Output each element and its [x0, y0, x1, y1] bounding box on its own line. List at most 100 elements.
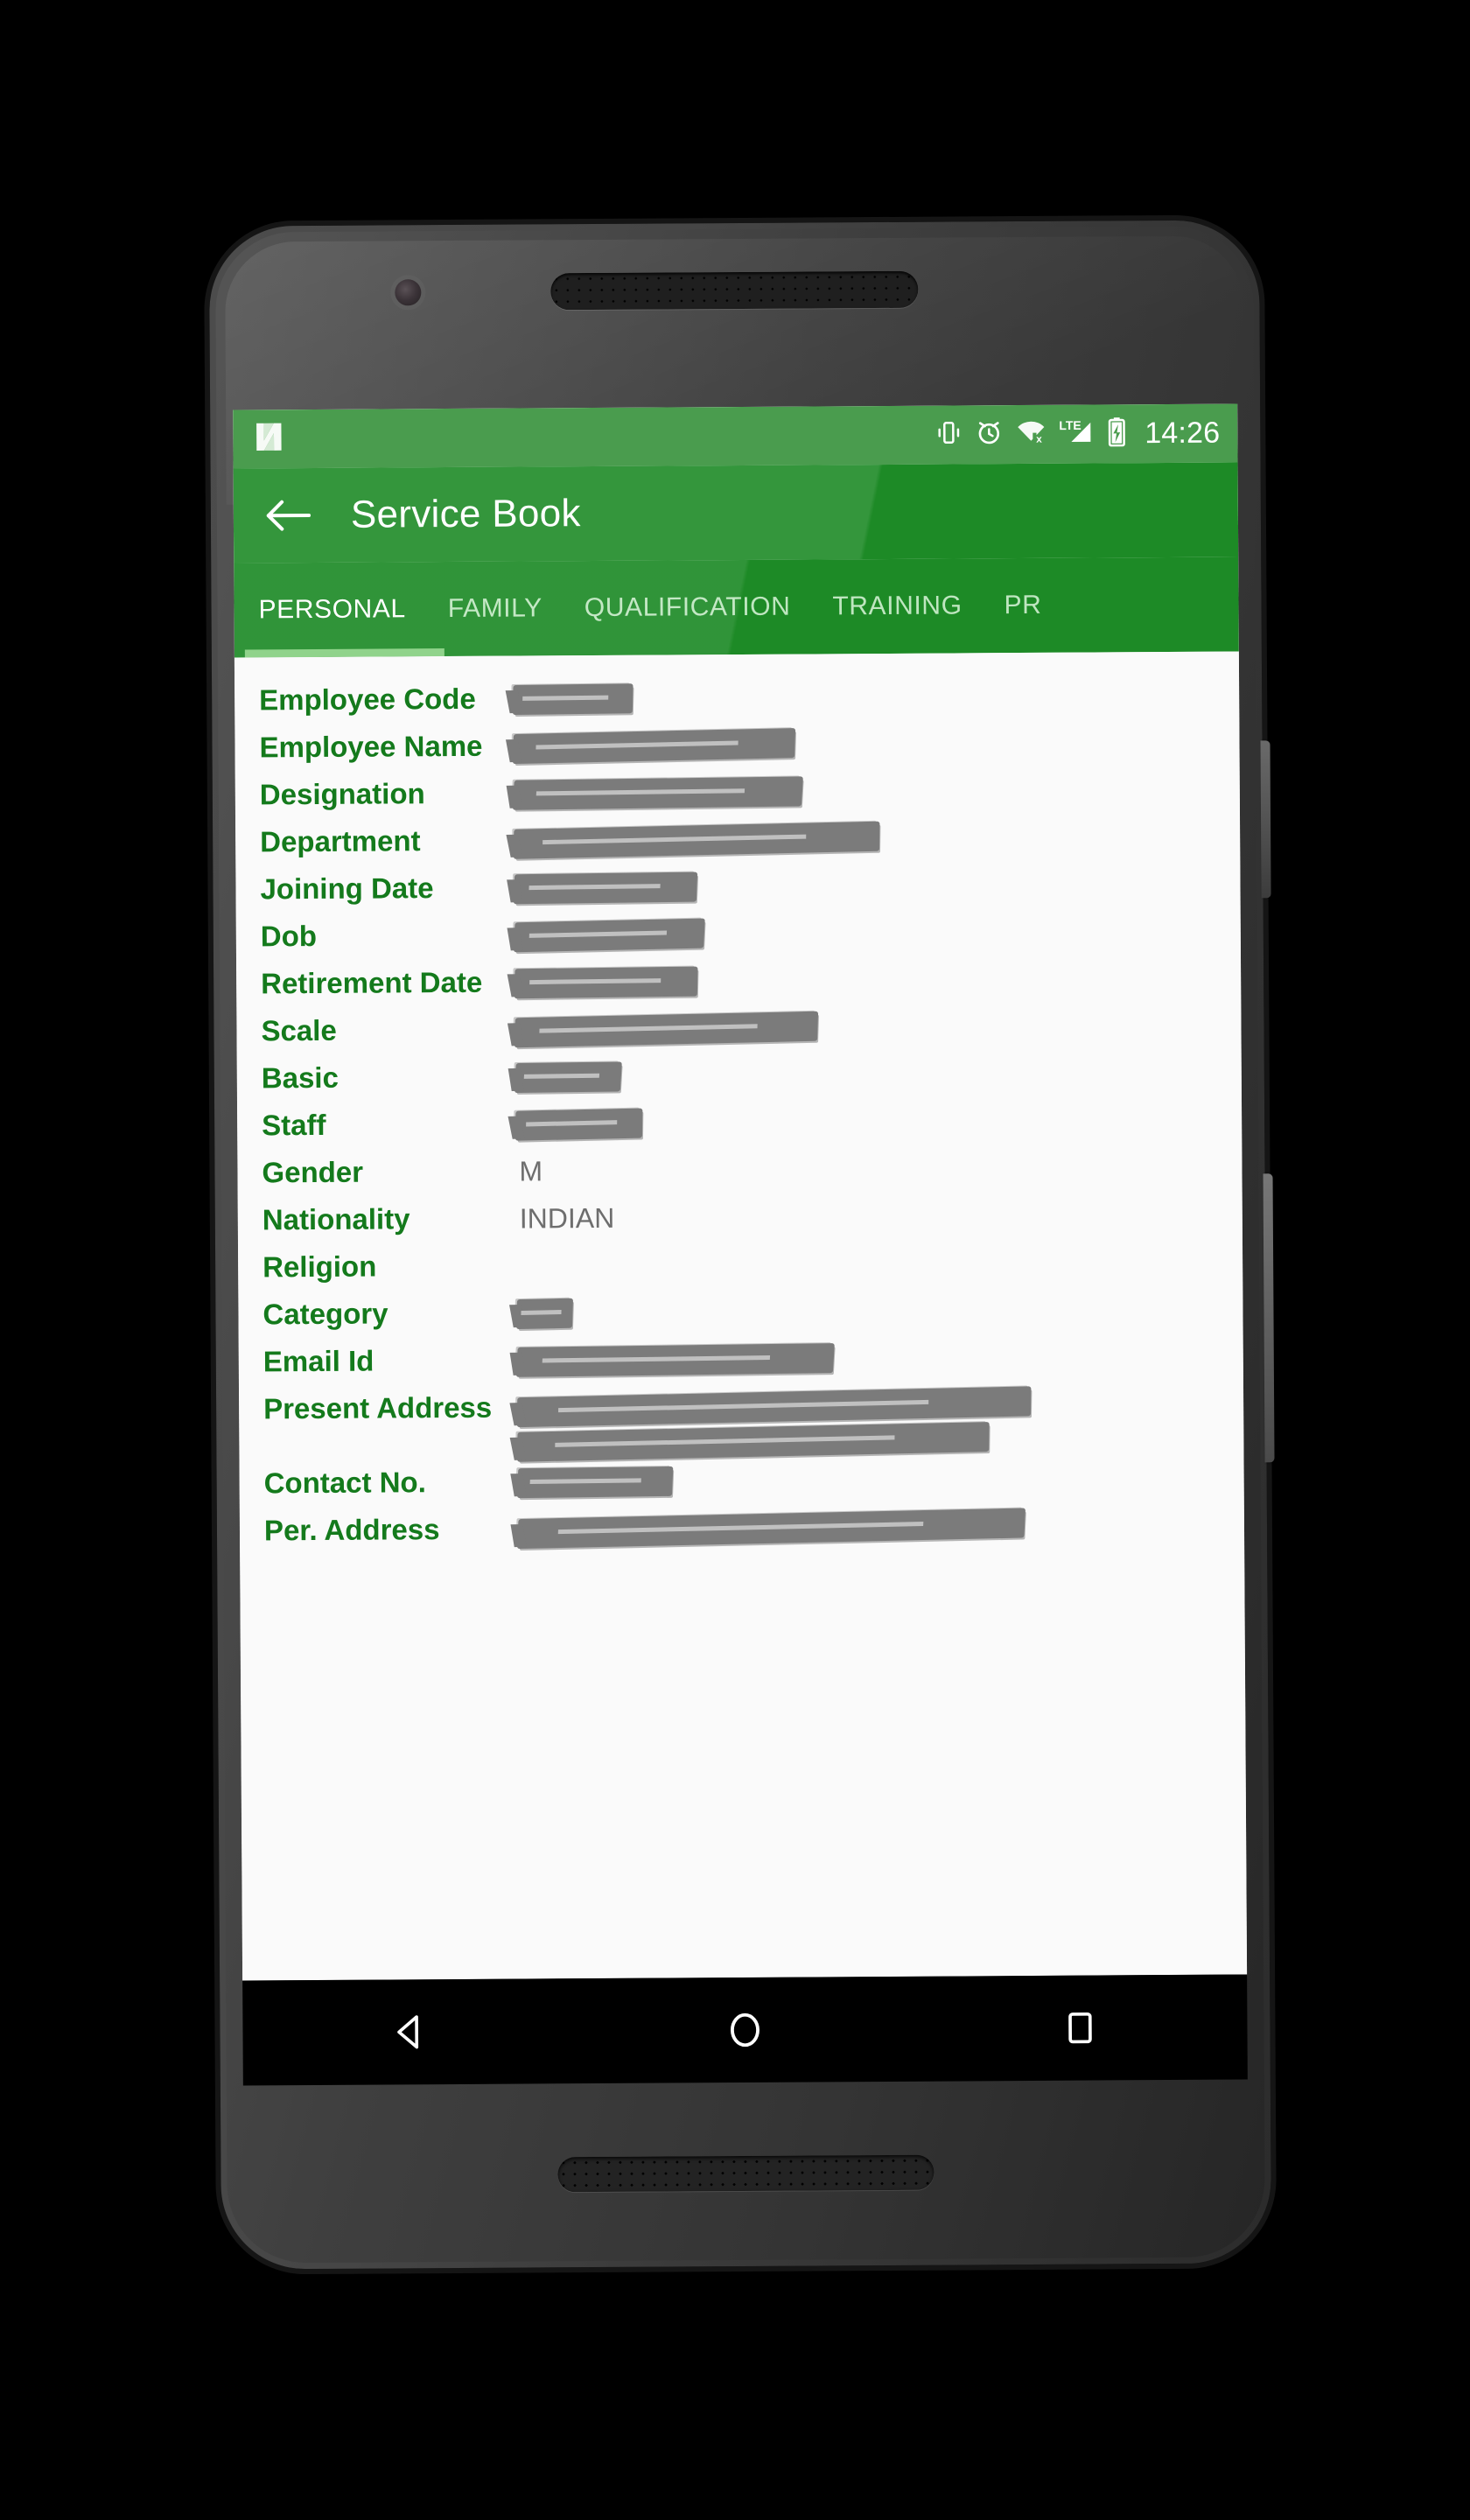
field-label: Contact No.: [263, 1466, 426, 1500]
vibrate-icon: [935, 418, 962, 451]
field-value: [513, 860, 1217, 912]
tab-personal[interactable]: PERSONAL: [234, 562, 427, 657]
status-bar-clock: 14:26: [1144, 416, 1221, 451]
screenshot-canvas: x LTE 14:26 Service Book PERSONAL FAMILY…: [0, 0, 1470, 2520]
redacted-value: [513, 821, 880, 859]
field-value: [514, 1002, 1218, 1054]
form-row: Gender M: [237, 1143, 1242, 1196]
tab-qualification[interactable]: QUALIFICATION: [564, 559, 812, 655]
field-label: Gender: [262, 1155, 364, 1189]
redacted-value: [513, 872, 698, 905]
recents-nav-button[interactable]: [1027, 1975, 1133, 2081]
lte-signal-icon: LTE: [1059, 418, 1094, 451]
lte-label: LTE: [1059, 418, 1082, 432]
form-row: Basic: [237, 1048, 1242, 1102]
redacted-value: [512, 728, 795, 765]
redacted-value: [512, 683, 634, 716]
field-label: Basic: [261, 1060, 339, 1095]
form-row: Employee Code: [234, 671, 1239, 724]
field-label: Category: [262, 1297, 388, 1331]
field-value: M: [519, 1155, 543, 1187]
page-title: Service Book: [350, 492, 581, 536]
tab-bar: PERSONAL FAMILY QUALIFICATION TRAINING P…: [234, 556, 1239, 658]
tab-label: PR: [1004, 590, 1042, 620]
field-value: [514, 1096, 1219, 1148]
form-row: Scale: [236, 1001, 1241, 1054]
field-label: Designation: [259, 777, 425, 811]
form-row: Nationality INDIAN: [238, 1190, 1242, 1243]
field-value: [513, 907, 1218, 959]
tab-training[interactable]: TRAINING: [811, 558, 984, 654]
android-navigation-bar: [242, 1974, 1248, 2086]
wifi-off-icon: x: [1016, 418, 1046, 451]
field-label: Religion: [262, 1250, 377, 1284]
redacted-value: [514, 1061, 622, 1093]
volume-rocker-button[interactable]: [1263, 1173, 1275, 1463]
redacted-value: [513, 918, 705, 953]
field-value: INDIAN: [519, 1201, 615, 1235]
field-value: [516, 1454, 1221, 1506]
field-label: Dob: [260, 919, 318, 953]
form-row: Religion: [238, 1237, 1242, 1291]
field-value: [512, 718, 1216, 770]
field-label: Email Id: [262, 1344, 374, 1378]
form-row: Dob: [236, 907, 1241, 961]
field-value: [513, 813, 1217, 864]
field-label: Scale: [261, 1013, 337, 1047]
tab-family[interactable]: FAMILY: [426, 561, 564, 656]
status-bar-left: [254, 420, 284, 458]
redacted-value: [514, 966, 698, 999]
redacted-value: [512, 776, 803, 810]
power-button[interactable]: [1260, 740, 1271, 899]
field-label: Joining Date: [260, 872, 434, 906]
status-bar: x LTE 14:26: [233, 403, 1238, 469]
field-value: [515, 1285, 1220, 1337]
tab-label: FAMILY: [447, 593, 542, 624]
redacted-value: [516, 1508, 1026, 1550]
field-label: Department: [260, 824, 421, 858]
svg-text:x: x: [1036, 434, 1042, 445]
home-nav-button[interactable]: [692, 1978, 798, 2083]
alarm-icon: [975, 418, 1003, 451]
phone-screen: x LTE 14:26 Service Book PERSONAL FAMILY…: [233, 403, 1248, 1981]
android-nougat-n-logo-icon: [254, 420, 284, 458]
tab-probation-truncated[interactable]: PR: [983, 558, 1063, 654]
form-row: Email Id: [239, 1332, 1243, 1385]
form-row: Category: [238, 1284, 1242, 1338]
redacted-value: [515, 1343, 835, 1377]
field-value: [512, 671, 1216, 723]
field-label: Retirement Date: [261, 965, 483, 1000]
field-value: [514, 955, 1218, 1006]
status-bar-right: x LTE 14:26: [935, 416, 1220, 452]
field-label: Employee Name: [259, 729, 483, 764]
form-row: Employee Name: [234, 718, 1239, 772]
redacted-value: [515, 1298, 574, 1330]
front-camera-lens: [395, 279, 422, 306]
form-row: Joining Date: [235, 860, 1240, 914]
field-value: [516, 1502, 1222, 1553]
redacted-value: [516, 1466, 674, 1499]
personal-details-form[interactable]: Employee Code Employee Name Designation Dep…: [234, 651, 1248, 1981]
field-value: [512, 766, 1217, 817]
form-row: Department: [235, 813, 1240, 866]
field-value: [515, 1333, 1221, 1384]
field-label: Per. Address: [263, 1513, 440, 1547]
back-arrow-icon[interactable]: [258, 485, 319, 546]
bottom-speaker-grille: [557, 2154, 934, 2193]
tab-label: TRAINING: [832, 591, 962, 621]
field-label: Present Address: [263, 1390, 493, 1425]
field-value: [514, 1049, 1219, 1101]
redacted-value: [514, 1011, 818, 1048]
field-label: Employee Code: [259, 682, 476, 717]
tab-label: PERSONAL: [258, 594, 406, 625]
field-label: Staff: [262, 1108, 326, 1142]
redacted-value: [514, 1108, 643, 1141]
tab-label: QUALIFICATION: [584, 592, 791, 623]
field-label: Nationality: [262, 1202, 410, 1236]
battery-charging-icon: [1107, 416, 1126, 451]
form-row: Present Address: [239, 1379, 1243, 1462]
earpiece-speaker-grille: [550, 270, 919, 311]
back-nav-button[interactable]: [357, 1979, 463, 2085]
app-bar: Service Book: [233, 462, 1239, 564]
form-row: Designation: [235, 766, 1240, 819]
